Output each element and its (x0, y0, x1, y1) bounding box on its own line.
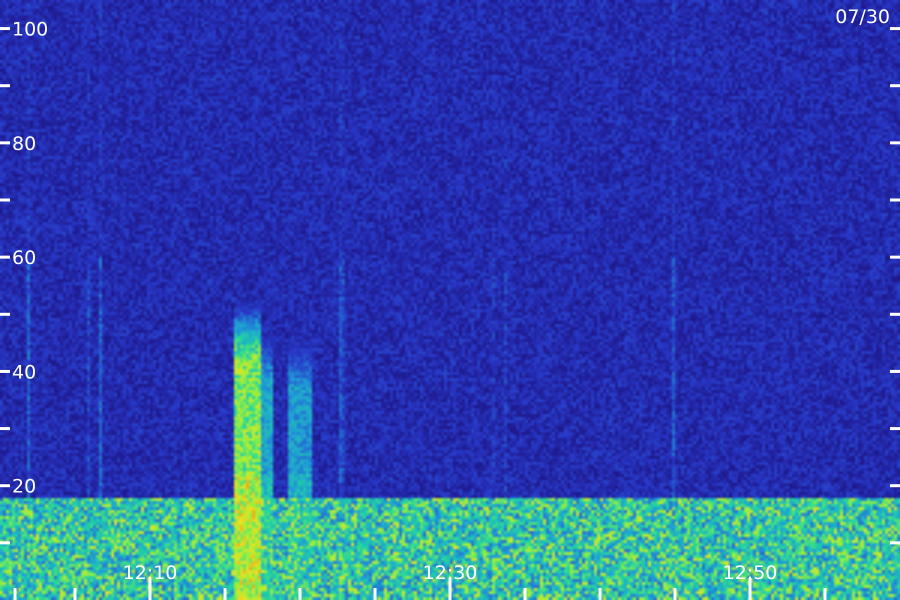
spectrogram-chart: 20 40 60 80 100 12:10 12:30 12:50 07/30 (0, 0, 900, 600)
spectrogram-heatmap (0, 0, 900, 600)
y-tick-label-60: 60 (12, 247, 36, 269)
y-tick-label-100: 100 (12, 19, 48, 41)
x-tick-label-30: 12:30 (423, 562, 478, 584)
y-tick-label-20: 20 (12, 476, 36, 498)
x-tick-label-10: 12:10 (123, 562, 178, 584)
y-tick-label-80: 80 (12, 133, 36, 155)
x-tick-label-50: 12:50 (723, 562, 778, 584)
date-label: 07/30 (835, 6, 890, 28)
y-tick-label-40: 40 (12, 361, 36, 383)
